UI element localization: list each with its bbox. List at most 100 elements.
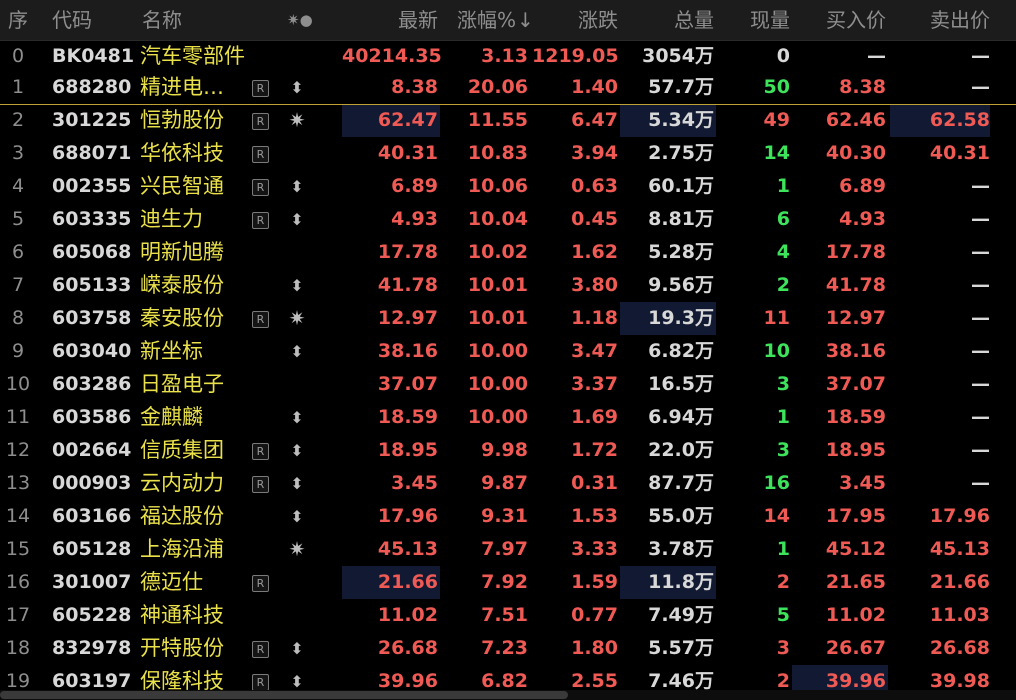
row-vol: 5.34万: [648, 109, 714, 131]
header-ask[interactable]: 卖出价: [896, 0, 990, 40]
row-cur: 6: [776, 208, 790, 230]
row-ask: —: [971, 76, 990, 98]
row-pct: 10.83: [467, 142, 528, 164]
header-seq[interactable]: 序: [2, 0, 34, 40]
table-row[interactable]: 17 605228 神通科技 11.02 7.51 0.77 7.49万 5 11.02 11.0…: [0, 599, 1016, 632]
row-seq: 0: [11, 45, 25, 67]
table-row[interactable]: 10 603286 日盈电子 37.07 10.00 3.37 16.5万 3 37.07 —: [0, 368, 1016, 401]
table-row[interactable]: 2 301225 恒勃股份 R ✷ 62.47 11.55 6.47 5.34万 49 62.46 6…: [0, 104, 1016, 137]
table-row[interactable]: 7 605133 嵘泰股份 ⬍ 41.78 10.01 3.80 9.56万 2 41.78 —: [0, 269, 1016, 302]
row-last: 26.68: [377, 637, 438, 659]
row-code: 603166: [52, 505, 132, 527]
row-ask: 45.13: [929, 538, 990, 560]
row-cur: 11: [763, 307, 790, 329]
row-vol: 8.81万: [648, 208, 714, 230]
row-name: 新坐标: [140, 339, 203, 363]
row-name: 汽车零部件: [140, 44, 245, 68]
table-row[interactable]: 0 BK0481 汽车零部件 40214.35 3.13 1219.05 3054万 0 — —: [0, 40, 1016, 73]
row-seq: 9: [11, 340, 25, 362]
table-row[interactable]: 15 605128 上海沿浦 ✷ 45.13 7.97 3.33 3.78万 1 45.12 45.…: [0, 533, 1016, 566]
row-name: 云内动力: [140, 471, 224, 495]
header-bid[interactable]: 买入价: [794, 0, 886, 40]
row-cur: 50: [763, 76, 790, 98]
row-chg: 3.33: [571, 538, 618, 560]
header-chg[interactable]: 涨跌: [532, 0, 618, 40]
row-chg: 1.69: [571, 406, 618, 428]
row-vol: 3054万: [642, 45, 714, 67]
row-pct: 10.01: [467, 307, 528, 329]
star-icon: ✷: [288, 108, 306, 132]
row-ask: 17.96: [929, 505, 990, 527]
horizontal-scrollbar[interactable]: [0, 690, 1016, 700]
row-chg: 0.63: [571, 175, 618, 197]
row-code: 603586: [52, 406, 132, 428]
row-code: 301007: [52, 571, 132, 593]
table-row[interactable]: 4 002355 兴民智通 R ⬍ 6.89 10.06 0.63 60.1万 1 6.89 —: [0, 170, 1016, 203]
row-pct: 10.04: [467, 208, 528, 230]
table-row[interactable]: 11 603586 金麒麟 ⬍ 18.59 10.00 1.69 6.94万 1 18.59 —: [0, 401, 1016, 434]
table-row[interactable]: 8 603758 秦安股份 R ✷ 12.97 10.01 1.18 19.3万 11 12.97 —: [0, 302, 1016, 335]
table-row[interactable]: 16 301007 德迈仕 R 21.66 7.92 1.59 11.8万 2 21.65 21.6…: [0, 566, 1016, 599]
row-chg: 6.47: [571, 109, 618, 131]
row-code: 603758: [52, 307, 132, 329]
row-vol: 7.49万: [648, 604, 714, 626]
sort-down-icon[interactable]: ↓: [517, 0, 534, 40]
table-row[interactable]: 18 832978 开特股份 R ⬍ 26.68 7.23 1.80 5.57万 3 26.67 26…: [0, 632, 1016, 665]
row-ask: —: [971, 45, 990, 67]
row-code: 002664: [52, 439, 132, 461]
row-seq: 7: [11, 274, 25, 296]
row-name: 福达股份: [140, 504, 224, 528]
updown-icon: ⬍: [290, 210, 304, 229]
updown-icon: ⬍: [290, 408, 304, 427]
row-pct: 7.23: [481, 637, 528, 659]
row-code: 301225: [52, 109, 132, 131]
row-code: 605133: [52, 274, 132, 296]
updown-icon: ⬍: [290, 276, 304, 295]
row-pct: 7.97: [481, 538, 528, 560]
row-pct: 9.31: [481, 505, 528, 527]
row-code: 605228: [52, 604, 132, 626]
header-flag[interactable]: ✷●: [287, 0, 313, 40]
row-pct: 7.51: [481, 604, 528, 626]
row-chg: 0.77: [571, 604, 618, 626]
table-row[interactable]: 12 002664 信质集团 R ⬍ 18.95 9.98 1.72 22.0万 3 18.95 —: [0, 434, 1016, 467]
row-cur: 1: [776, 538, 790, 560]
header-pct[interactable]: 涨幅%: [442, 0, 516, 40]
row-pct: 7.92: [481, 571, 528, 593]
table-row[interactable]: 14 603166 福达股份 ⬍ 17.96 9.31 1.53 55.0万 14 17.95 17…: [0, 500, 1016, 533]
row-cur: 3: [776, 637, 790, 659]
header-cur[interactable]: 现量: [720, 0, 790, 40]
table-row[interactable]: 1 688280 精进电… R ⬍ 8.38 20.06 1.40 57.7万 50 8.38 —: [0, 71, 1016, 104]
row-name: 上海沿浦: [140, 537, 224, 561]
row-bid: 37.07: [825, 373, 886, 395]
row-ask: 26.68: [929, 637, 990, 659]
row-name: 神通科技: [140, 603, 224, 627]
row-ask: —: [971, 208, 990, 230]
row-ask: 40.31: [929, 142, 990, 164]
header-vol[interactable]: 总量: [622, 0, 714, 40]
row-cur: 1: [776, 175, 790, 197]
table-row[interactable]: 5 603335 迪生力 R ⬍ 4.93 10.04 0.45 8.81万 6 4.93 —: [0, 203, 1016, 236]
margin-r-badge: R: [252, 80, 269, 97]
row-pct: 9.98: [481, 439, 528, 461]
row-vol: 6.82万: [648, 340, 714, 362]
row-code: 002355: [52, 175, 132, 197]
header-name[interactable]: 名称: [142, 0, 182, 40]
star-icon: ✷: [288, 306, 306, 330]
row-ask: —: [971, 340, 990, 362]
header-last[interactable]: 最新: [342, 0, 438, 40]
row-last: 41.78: [377, 274, 438, 296]
table-row[interactable]: 9 603040 新坐标 ⬍ 38.16 10.00 3.47 6.82万 10 38.16 —: [0, 335, 1016, 368]
row-ask: —: [971, 472, 990, 494]
header-code[interactable]: 代码: [52, 0, 92, 40]
table-row[interactable]: 6 605068 明新旭腾 17.78 10.02 1.62 5.28万 4 17.78 —: [0, 236, 1016, 269]
row-last: 37.07: [377, 373, 438, 395]
margin-r-badge: R: [252, 113, 269, 130]
table-row[interactable]: 13 000903 云内动力 R ⬍ 3.45 9.87 0.31 87.7万 16 3.45 —: [0, 467, 1016, 500]
row-name: 金麒麟: [140, 405, 203, 429]
scrollbar-thumb[interactable]: [0, 691, 568, 699]
row-vol: 5.57万: [648, 637, 714, 659]
row-ask: —: [971, 373, 990, 395]
table-row[interactable]: 3 688071 华依科技 R 40.31 10.83 3.94 2.75万 14 40.30 40…: [0, 137, 1016, 170]
row-chg: 3.37: [571, 373, 618, 395]
